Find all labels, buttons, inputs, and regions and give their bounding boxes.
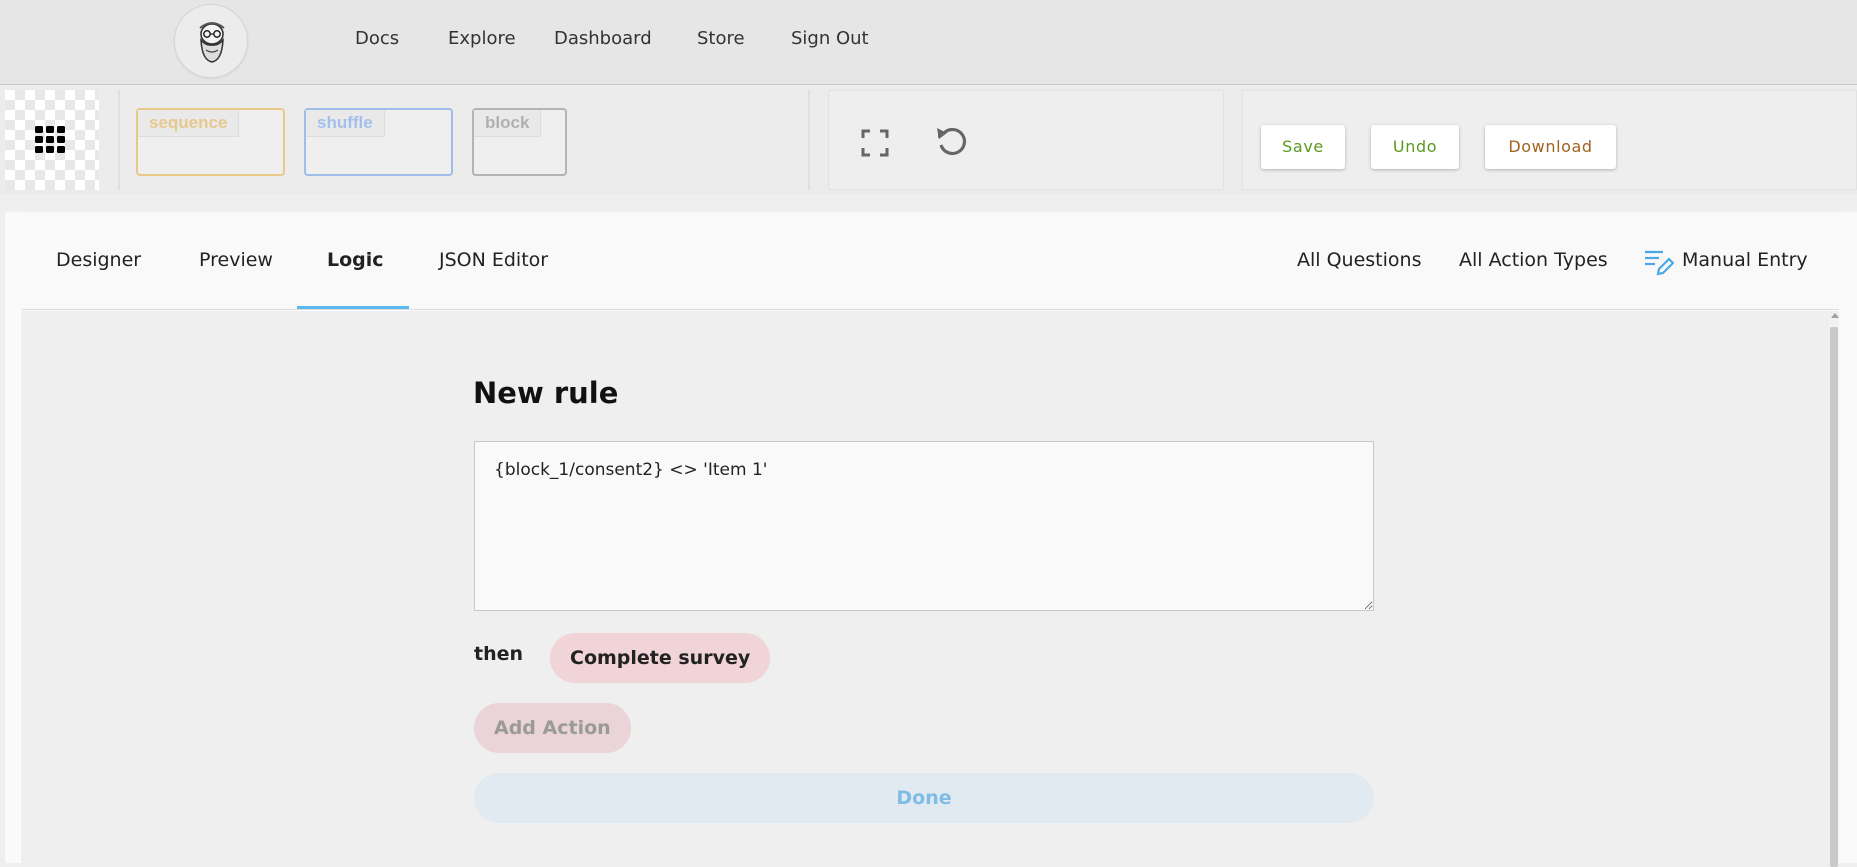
- logic-editor-content: New rule {block_1/consent2} <> 'Item 1' …: [21, 311, 1839, 867]
- top-navigation: Docs Explore Dashboard Store Sign Out: [0, 0, 1857, 85]
- scroll-up-arrow-icon[interactable]: [1831, 313, 1839, 318]
- scrollbar-thumb[interactable]: [1830, 327, 1838, 867]
- actions-panel: Save Undo Download: [1242, 90, 1857, 190]
- save-button[interactable]: Save: [1261, 125, 1345, 169]
- logo[interactable]: [174, 4, 248, 78]
- edit-lines-icon: [1645, 250, 1674, 276]
- rule-expression-input[interactable]: {block_1/consent2} <> 'Item 1': [474, 441, 1374, 611]
- grid-icon: [35, 126, 65, 153]
- fullscreen-icon[interactable]: [861, 129, 889, 162]
- tab-logic[interactable]: Logic: [327, 212, 384, 310]
- all-questions-filter[interactable]: All Questions: [1297, 212, 1421, 310]
- editor-main: Designer Preview Logic JSON Editor All Q…: [5, 212, 1857, 867]
- save-button-label: Save: [1282, 137, 1324, 156]
- rule-title: New rule: [473, 376, 619, 410]
- tab-designer[interactable]: Designer: [56, 212, 141, 310]
- undo-button[interactable]: Undo: [1371, 125, 1459, 169]
- add-action-button[interactable]: Add Action: [474, 703, 631, 753]
- nav-store[interactable]: Store: [697, 28, 745, 49]
- editor-toolbar: sequence shuffle block Save Undo Downloa…: [0, 86, 1857, 194]
- nav-docs[interactable]: Docs: [355, 28, 399, 49]
- divider: [118, 90, 120, 190]
- block-label: shuffle: [306, 110, 385, 137]
- all-action-types-filter[interactable]: All Action Types: [1459, 212, 1608, 310]
- active-tab-indicator: [297, 306, 409, 309]
- divider: [808, 90, 810, 190]
- tab-json-editor[interactable]: JSON Editor: [439, 212, 548, 310]
- undo-button-label: Undo: [1392, 137, 1438, 156]
- block-sequence[interactable]: sequence: [136, 108, 285, 176]
- nav-sign-out[interactable]: Sign Out: [791, 28, 869, 49]
- nav-explore[interactable]: Explore: [448, 28, 516, 49]
- block-label: block: [474, 110, 542, 137]
- toolbox-toggle[interactable]: [5, 90, 99, 190]
- done-button[interactable]: Done: [474, 773, 1374, 823]
- action-complete-survey[interactable]: Complete survey: [550, 633, 771, 683]
- bearded-face-icon: [199, 22, 225, 63]
- download-button[interactable]: Download: [1485, 125, 1616, 169]
- manual-entry-label: Manual Entry: [1682, 249, 1808, 271]
- tab-bar: Designer Preview Logic JSON Editor All Q…: [21, 212, 1839, 310]
- download-button-label: Download: [1508, 137, 1593, 156]
- block-block[interactable]: block: [472, 108, 567, 176]
- nav-dashboard[interactable]: Dashboard: [554, 28, 652, 49]
- view-controls-panel: [828, 90, 1224, 190]
- block-shuffle[interactable]: shuffle: [304, 108, 453, 176]
- then-label: then: [474, 643, 524, 665]
- reset-icon[interactable]: [935, 125, 969, 164]
- tab-preview[interactable]: Preview: [199, 212, 273, 310]
- block-label: sequence: [138, 110, 240, 137]
